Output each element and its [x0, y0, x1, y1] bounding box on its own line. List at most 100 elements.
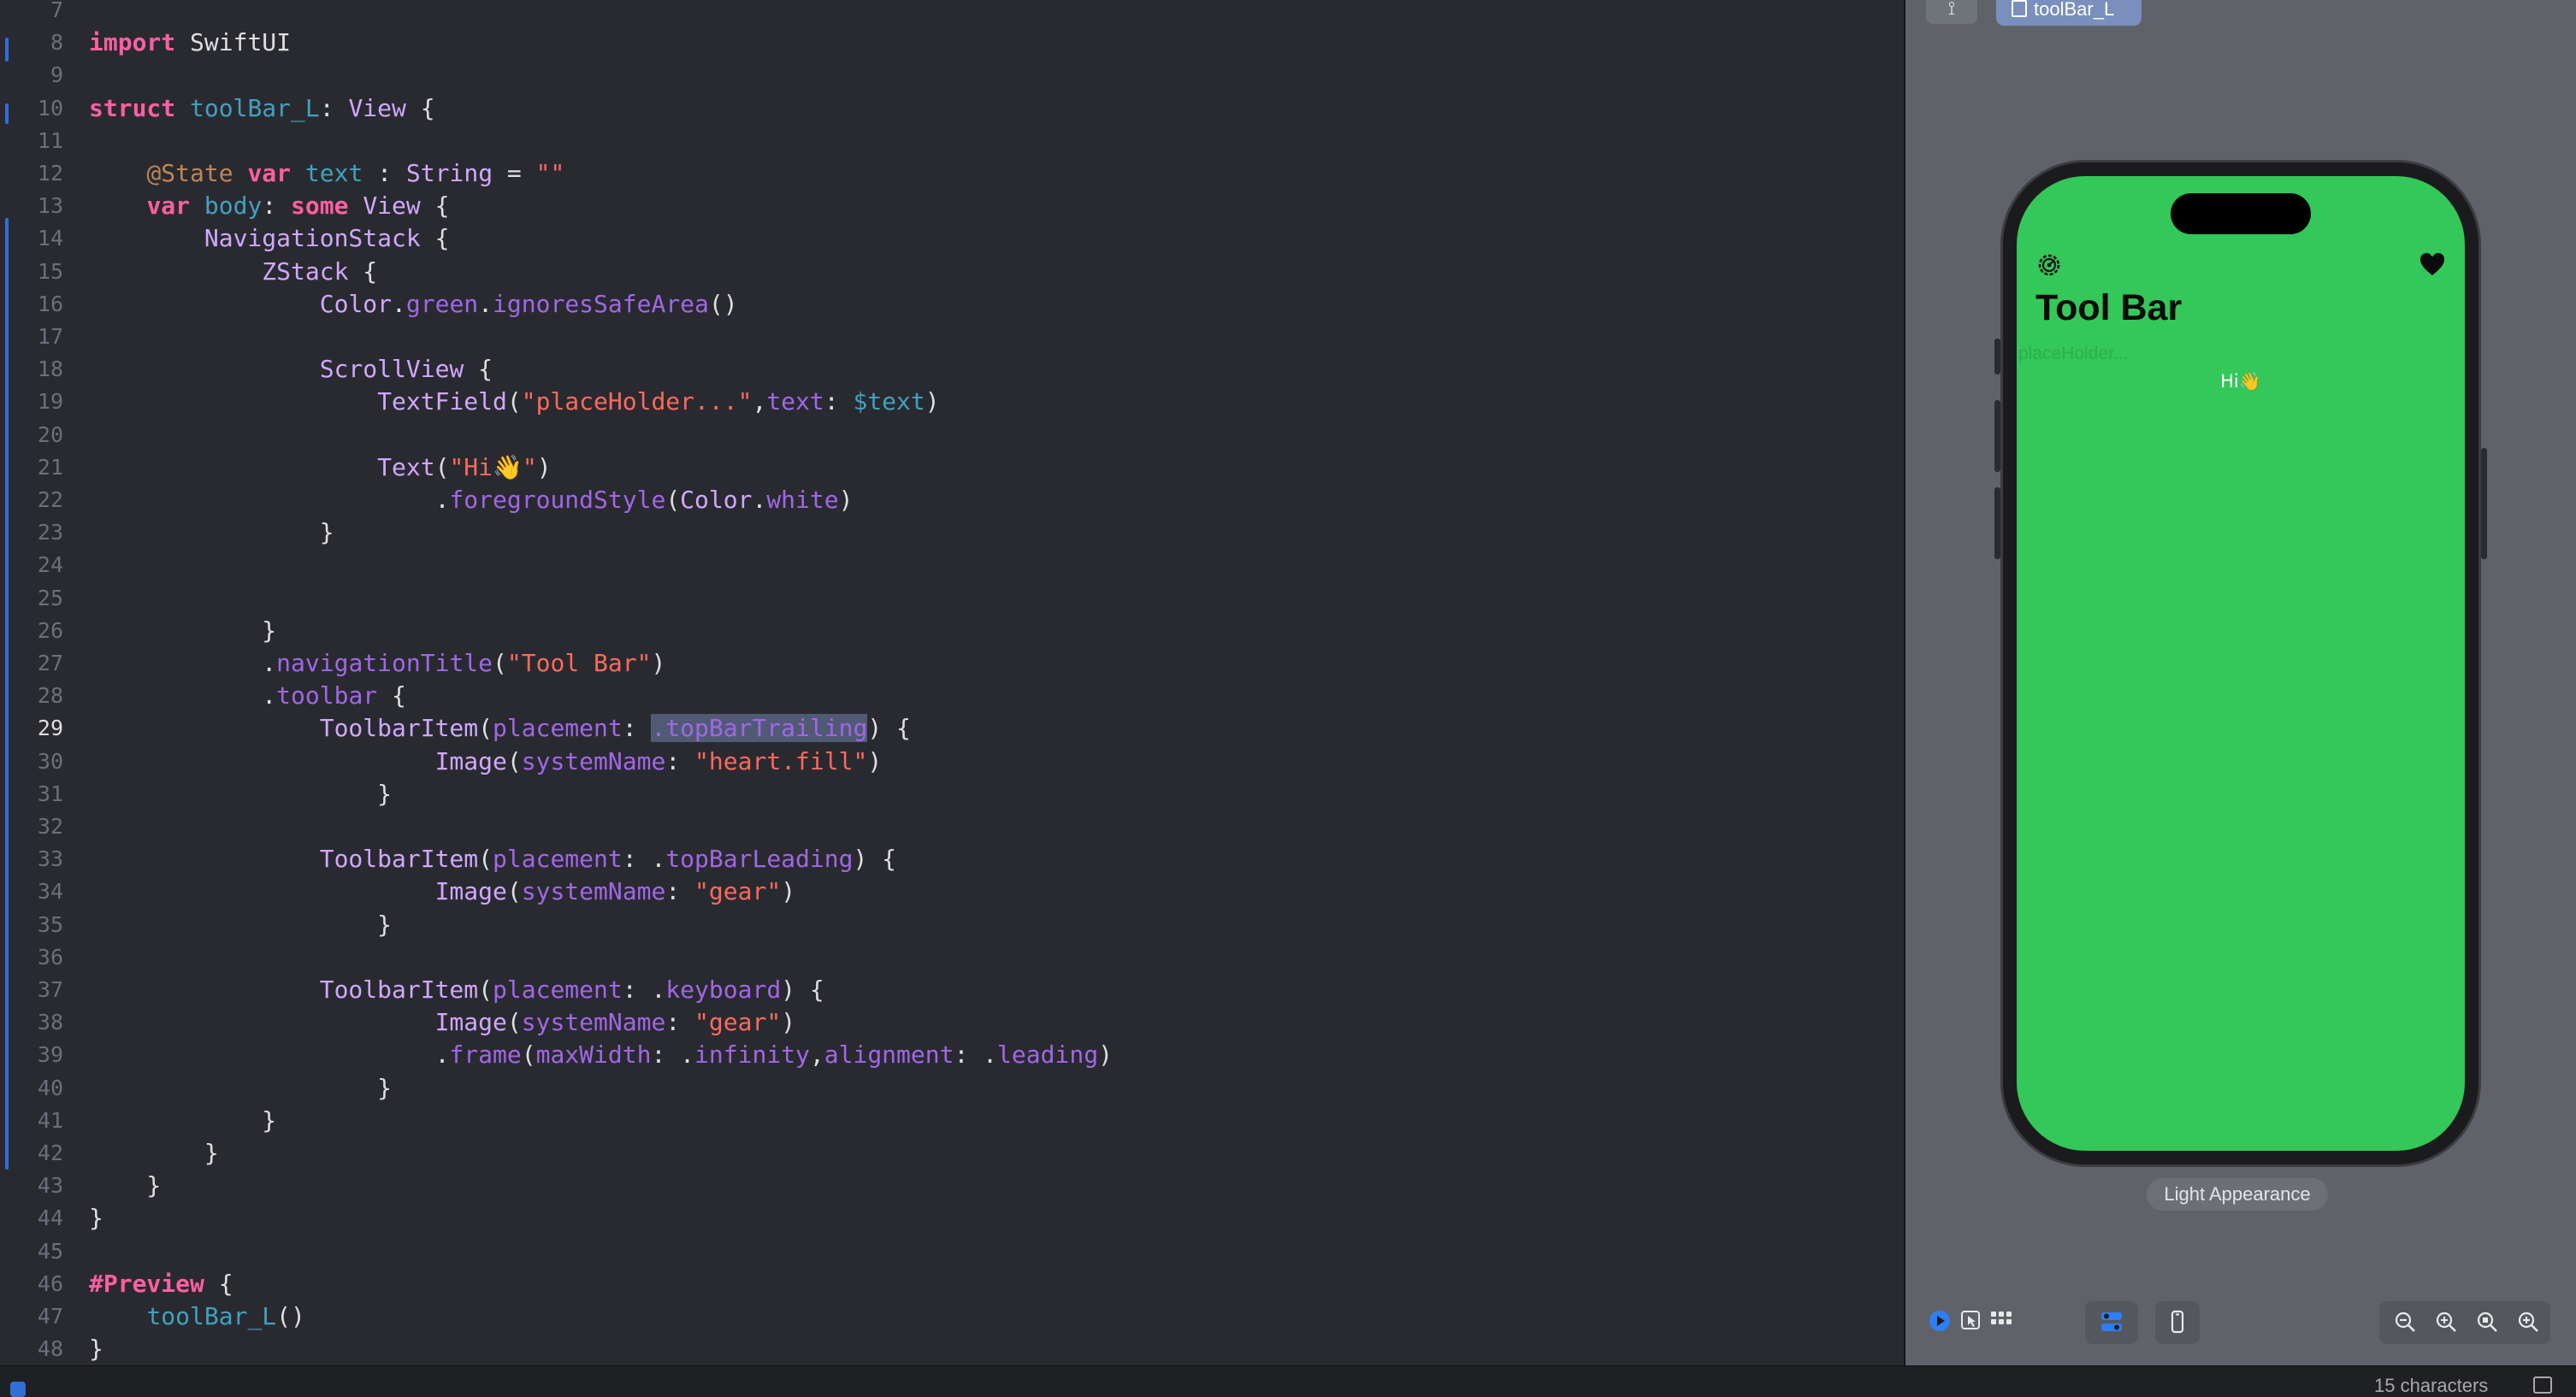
code-text[interactable]: } — [89, 1170, 161, 1202]
code-line[interactable]: 21 Text("Hi👋") — [0, 451, 1904, 484]
code-text[interactable]: TextField("placeHolder...",text: $text) — [89, 386, 939, 418]
code-text[interactable]: } — [89, 516, 334, 549]
code-line[interactable]: 30 Image(systemName: "heart.fill") — [0, 746, 1904, 778]
code-line[interactable]: 44} — [0, 1202, 1904, 1235]
code-text[interactable]: toolBar_L() — [89, 1300, 304, 1333]
code-text[interactable]: } — [89, 909, 392, 941]
code-line[interactable]: 29 ToolbarItem(placement: .topBarTrailin… — [0, 712, 1904, 745]
code-line[interactable]: 27 .navigationTitle("Tool Bar") — [0, 647, 1904, 680]
code-line[interactable]: 46 #Preview { — [0, 1268, 1904, 1300]
code-line[interactable]: 17 — [0, 321, 1904, 353]
code-token: { — [420, 224, 450, 253]
code-text[interactable]: } — [89, 778, 392, 810]
code-text[interactable]: } — [89, 1137, 219, 1170]
select-mode-icon[interactable] — [1957, 1309, 1984, 1336]
code-text[interactable]: var body: some View { — [89, 190, 449, 222]
code-text[interactable]: .navigationTitle("Tool Bar") — [89, 647, 665, 680]
code-line[interactable]: 10 struct toolBar_L: View { — [0, 92, 1904, 125]
code-line[interactable]: 18 ScrollView { — [0, 353, 1904, 386]
code-text[interactable]: Image(systemName: "gear") — [89, 875, 795, 908]
code-line[interactable]: 33 ToolbarItem(placement: .topBarLeading… — [0, 843, 1904, 875]
canvas-settings-icon[interactable] — [2098, 1309, 2125, 1336]
code-line[interactable]: 48} — [0, 1333, 1904, 1365]
code-text[interactable]: } — [89, 1202, 103, 1235]
code-line[interactable]: 20 — [0, 419, 1904, 451]
code-line[interactable]: 34 Image(systemName: "gear") — [0, 875, 1904, 908]
zoom-actual-icon[interactable] — [2473, 1309, 2501, 1336]
code-line[interactable]: 42 } — [0, 1137, 1904, 1170]
code-text[interactable]: ZStack { — [89, 256, 377, 288]
zoom-fit-icon[interactable] — [2432, 1309, 2460, 1336]
code-line[interactable]: 40 } — [0, 1072, 1904, 1105]
code-text[interactable]: ToolbarItem(placement: .keyboard) { — [89, 974, 824, 1006]
code-line[interactable]: 7 — [0, 0, 1904, 27]
code-line[interactable]: 28 .toolbar { — [0, 680, 1904, 712]
code-line[interactable]: 32 — [0, 810, 1904, 843]
code-line[interactable]: 31 } — [0, 778, 1904, 810]
code-line[interactable]: 19 TextField("placeHolder...",text: $tex… — [0, 386, 1904, 418]
code-token: ) — [867, 746, 883, 775]
code-text[interactable]: @State var text : String = "" — [89, 157, 564, 190]
code-line[interactable]: 15 ZStack { — [0, 256, 1904, 288]
code-line[interactable]: 38 Image(systemName: "gear") — [0, 1006, 1904, 1039]
code-line[interactable]: 36 — [0, 941, 1904, 974]
grid-variants-icon[interactable] — [1988, 1309, 2015, 1336]
code-text[interactable]: ScrollView { — [89, 353, 493, 386]
device-icon[interactable] — [2164, 1309, 2191, 1336]
live-preview-icon[interactable] — [1926, 1309, 1953, 1336]
code-line[interactable]: 11 — [0, 125, 1904, 157]
code-token: : — [622, 714, 652, 743]
appearance-variant-label[interactable]: Light Appearance — [2147, 1178, 2328, 1211]
code-text[interactable]: struct toolBar_L: View { — [89, 92, 435, 125]
code-text[interactable]: } — [89, 1333, 103, 1365]
code-line[interactable]: 45 — [0, 1235, 1904, 1268]
code-line[interactable]: 9 — [0, 59, 1904, 91]
code-line[interactable]: 16 Color.green.ignoresSafeArea() — [0, 288, 1904, 321]
code-line[interactable]: 35 } — [0, 909, 1904, 941]
code-text[interactable]: ToolbarItem(placement: .topBarLeading) { — [89, 843, 896, 875]
code-text[interactable]: ToolbarItem(placement: .topBarTrailing) … — [89, 712, 911, 745]
code-line[interactable]: 39 .frame(maxWidth: .infinity,alignment:… — [0, 1039, 1904, 1071]
code-text[interactable]: } — [89, 1105, 276, 1137]
code-text[interactable]: .frame(maxWidth: .infinity,alignment: .l… — [89, 1039, 1113, 1071]
code-text[interactable]: Image(systemName: "heart.fill") — [89, 746, 883, 778]
code-line[interactable]: 14 NavigationStack { — [0, 222, 1904, 255]
code-line[interactable]: 23 } — [0, 516, 1904, 549]
zoom-out-icon[interactable] — [2391, 1309, 2419, 1336]
code-text[interactable]: Image(systemName: "gear") — [89, 1006, 795, 1039]
code-text[interactable]: #Preview { — [89, 1268, 233, 1300]
code-text[interactable]: Color.green.ignoresSafeArea() — [89, 288, 738, 321]
code-text[interactable]: NavigationStack { — [89, 222, 450, 255]
code-line[interactable]: 47 toolBar_L() — [0, 1300, 1904, 1333]
zoom-in-icon[interactable] — [2514, 1309, 2542, 1336]
code-line[interactable]: 22 .foregroundStyle(Color.white) — [0, 484, 1904, 516]
preview-tab[interactable]: toolBar_L — [1996, 0, 2142, 26]
code-line[interactable]: 37 ToolbarItem(placement: .keyboard) { — [0, 974, 1904, 1006]
code-line[interactable]: 8 import SwiftUI — [0, 27, 1904, 59]
code-line[interactable]: 24 — [0, 549, 1904, 581]
phone-screen[interactable]: Tool Bar placeHolder... Hi👋 — [2017, 176, 2465, 1151]
code-text[interactable]: .foregroundStyle(Color.white) — [89, 484, 854, 516]
code-line[interactable]: 41 } — [0, 1105, 1904, 1137]
code-token: Image — [434, 877, 507, 906]
code-text[interactable]: import SwiftUI — [89, 27, 291, 59]
gear-icon[interactable] — [2035, 251, 2063, 279]
code-line[interactable]: 25 — [0, 582, 1904, 615]
code-line[interactable]: 26 } — [0, 615, 1904, 647]
code-line[interactable]: 12 @State var text : String = "" — [0, 157, 1904, 190]
code-editor[interactable]: 7 8 import SwiftUI 9 10 struct toolBar_L: Vie… — [0, 0, 1904, 1365]
code-token: toolbar — [276, 681, 378, 710]
code-line[interactable]: 13 var body: some View { — [0, 190, 1904, 222]
code-token: ) — [838, 486, 854, 514]
text-field[interactable]: placeHolder... — [2018, 344, 2128, 364]
heart-fill-icon[interactable] — [2419, 251, 2446, 277]
code-text[interactable]: } — [89, 1072, 392, 1105]
panel-toggle-icon[interactable] — [2533, 1376, 2552, 1394]
code-text[interactable]: } — [89, 615, 276, 647]
code-text[interactable]: Text("Hi👋") — [89, 451, 551, 484]
pin-preview-button[interactable]: ⟟ — [1926, 0, 1977, 24]
code-line[interactable]: 43 } — [0, 1170, 1904, 1202]
code-token: "placeHolder..." — [521, 387, 753, 416]
code-text[interactable]: .toolbar { — [89, 680, 406, 712]
